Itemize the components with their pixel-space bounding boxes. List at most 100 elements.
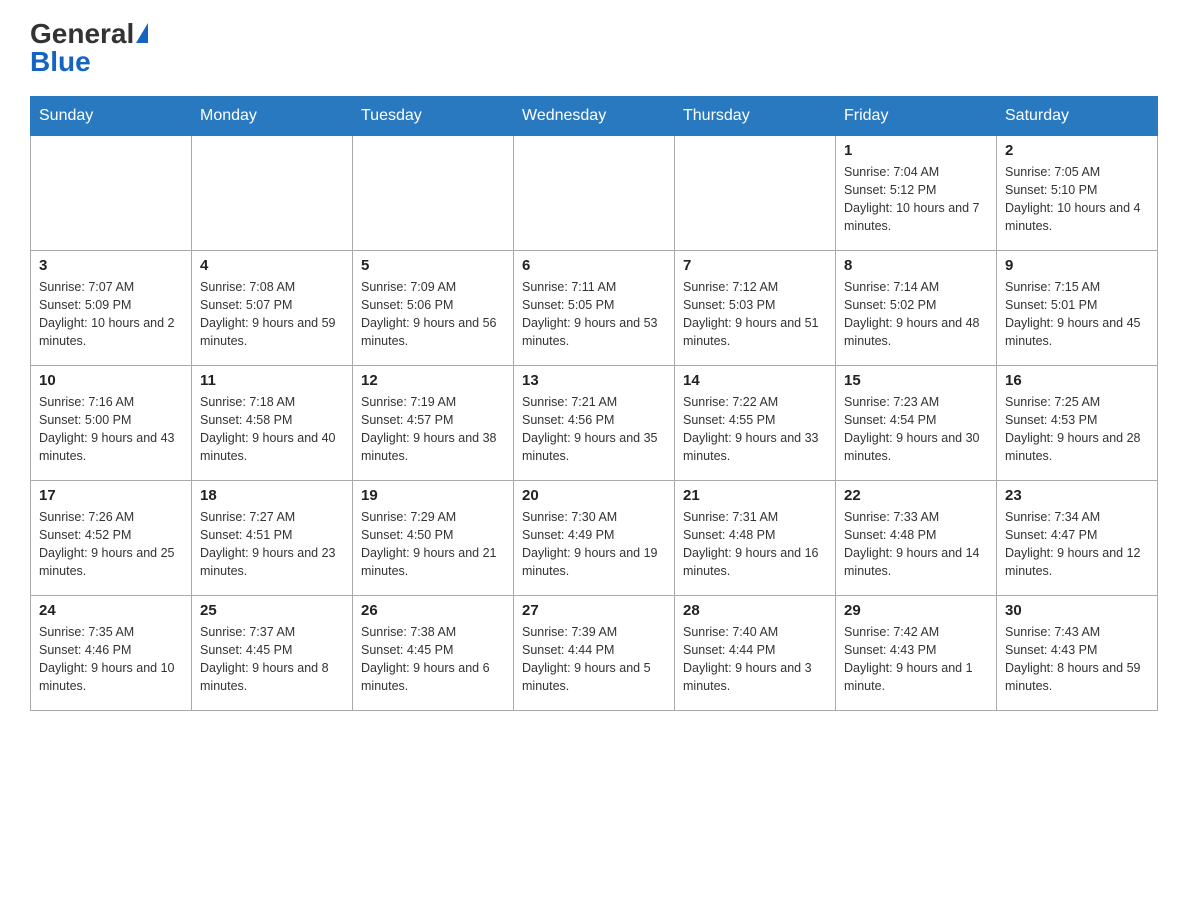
day-info: Sunrise: 7:26 AM Sunset: 4:52 PM Dayligh… — [39, 508, 183, 581]
calendar-cell: 13 Sunrise: 7:21 AM Sunset: 4:56 PM Dayli… — [514, 366, 675, 481]
day-info: Sunrise: 7:04 AM Sunset: 5:12 PM Dayligh… — [844, 163, 988, 236]
day-info: Sunrise: 7:31 AM Sunset: 4:48 PM Dayligh… — [683, 508, 827, 581]
calendar-week-4: 17 Sunrise: 7:26 AM Sunset: 4:52 PM Dayli… — [31, 481, 1158, 596]
day-number: 24 — [39, 602, 183, 619]
day-number: 30 — [1005, 602, 1149, 619]
day-info: Sunrise: 7:19 AM Sunset: 4:57 PM Dayligh… — [361, 393, 505, 466]
day-number: 7 — [683, 257, 827, 274]
day-info: Sunrise: 7:16 AM Sunset: 5:00 PM Dayligh… — [39, 393, 183, 466]
day-info: Sunrise: 7:29 AM Sunset: 4:50 PM Dayligh… — [361, 508, 505, 581]
day-info: Sunrise: 7:38 AM Sunset: 4:45 PM Dayligh… — [361, 623, 505, 696]
logo-blue-text: Blue — [30, 48, 91, 76]
day-info: Sunrise: 7:09 AM Sunset: 5:06 PM Dayligh… — [361, 278, 505, 351]
day-number: 8 — [844, 257, 988, 274]
weekday-header-thursday: Thursday — [675, 97, 836, 136]
day-info: Sunrise: 7:35 AM Sunset: 4:46 PM Dayligh… — [39, 623, 183, 696]
calendar-cell — [31, 136, 192, 251]
calendar-cell: 19 Sunrise: 7:29 AM Sunset: 4:50 PM Dayli… — [353, 481, 514, 596]
day-info: Sunrise: 7:11 AM Sunset: 5:05 PM Dayligh… — [522, 278, 666, 351]
calendar-cell: 16 Sunrise: 7:25 AM Sunset: 4:53 PM Dayli… — [997, 366, 1158, 481]
day-info: Sunrise: 7:27 AM Sunset: 4:51 PM Dayligh… — [200, 508, 344, 581]
day-number: 22 — [844, 487, 988, 504]
calendar-cell: 24 Sunrise: 7:35 AM Sunset: 4:46 PM Dayli… — [31, 596, 192, 711]
calendar-cell: 5 Sunrise: 7:09 AM Sunset: 5:06 PM Daylig… — [353, 251, 514, 366]
calendar-cell: 11Sunrise: 7:18 AM Sunset: 4:58 PM Dayli… — [192, 366, 353, 481]
day-number: 28 — [683, 602, 827, 619]
logo: General Blue — [30, 20, 148, 76]
day-number: 17 — [39, 487, 183, 504]
calendar-cell: 1 Sunrise: 7:04 AM Sunset: 5:12 PM Daylig… — [836, 136, 997, 251]
day-info: Sunrise: 7:40 AM Sunset: 4:44 PM Dayligh… — [683, 623, 827, 696]
day-number: 13 — [522, 372, 666, 389]
calendar-cell: 21 Sunrise: 7:31 AM Sunset: 4:48 PM Dayli… — [675, 481, 836, 596]
weekday-header-friday: Friday — [836, 97, 997, 136]
calendar-cell: 20 Sunrise: 7:30 AM Sunset: 4:49 PM Dayli… — [514, 481, 675, 596]
day-number: 6 — [522, 257, 666, 274]
calendar-cell: 15 Sunrise: 7:23 AM Sunset: 4:54 PM Dayli… — [836, 366, 997, 481]
weekday-header-monday: Monday — [192, 97, 353, 136]
calendar-cell: 9 Sunrise: 7:15 AM Sunset: 5:01 PM Daylig… — [997, 251, 1158, 366]
day-number: 19 — [361, 487, 505, 504]
calendar-cell: 8 Sunrise: 7:14 AM Sunset: 5:02 PM Daylig… — [836, 251, 997, 366]
calendar-cell: 26 Sunrise: 7:38 AM Sunset: 4:45 PM Dayli… — [353, 596, 514, 711]
calendar-cell: 7 Sunrise: 7:12 AM Sunset: 5:03 PM Daylig… — [675, 251, 836, 366]
day-number: 27 — [522, 602, 666, 619]
day-number: 9 — [1005, 257, 1149, 274]
calendar-cell: 10 Sunrise: 7:16 AM Sunset: 5:00 PM Dayli… — [31, 366, 192, 481]
calendar-cell: 12 Sunrise: 7:19 AM Sunset: 4:57 PM Dayli… — [353, 366, 514, 481]
day-info: Sunrise: 7:21 AM Sunset: 4:56 PM Dayligh… — [522, 393, 666, 466]
day-info: Sunrise: 7:12 AM Sunset: 5:03 PM Dayligh… — [683, 278, 827, 351]
day-info: Sunrise: 7:15 AM Sunset: 5:01 PM Dayligh… — [1005, 278, 1149, 351]
day-info: Sunrise: 7:14 AM Sunset: 5:02 PM Dayligh… — [844, 278, 988, 351]
page-header: General Blue — [30, 20, 1158, 76]
calendar-cell — [192, 136, 353, 251]
weekday-header-wednesday: Wednesday — [514, 97, 675, 136]
day-info: Sunrise: 7:34 AM Sunset: 4:47 PM Dayligh… — [1005, 508, 1149, 581]
day-number: 26 — [361, 602, 505, 619]
day-number: 21 — [683, 487, 827, 504]
day-number: 23 — [1005, 487, 1149, 504]
day-info: Sunrise: 7:30 AM Sunset: 4:49 PM Dayligh… — [522, 508, 666, 581]
day-number: 5 — [361, 257, 505, 274]
calendar-cell: 30Sunrise: 7:43 AM Sunset: 4:43 PM Dayli… — [997, 596, 1158, 711]
day-number: 16 — [1005, 372, 1149, 389]
day-info: Sunrise: 7:08 AM Sunset: 5:07 PM Dayligh… — [200, 278, 344, 351]
day-info: Sunrise: 7:25 AM Sunset: 4:53 PM Dayligh… — [1005, 393, 1149, 466]
calendar-cell: 29Sunrise: 7:42 AM Sunset: 4:43 PM Dayli… — [836, 596, 997, 711]
day-info: Sunrise: 7:23 AM Sunset: 4:54 PM Dayligh… — [844, 393, 988, 466]
calendar-cell: 6 Sunrise: 7:11 AM Sunset: 5:05 PM Daylig… — [514, 251, 675, 366]
calendar-table: SundayMondayTuesdayWednesdayThursdayFrid… — [30, 96, 1158, 711]
day-number: 1 — [844, 142, 988, 159]
day-number: 12 — [361, 372, 505, 389]
weekday-header-tuesday: Tuesday — [353, 97, 514, 136]
day-info: Sunrise: 7:22 AM Sunset: 4:55 PM Dayligh… — [683, 393, 827, 466]
calendar-week-3: 10 Sunrise: 7:16 AM Sunset: 5:00 PM Dayli… — [31, 366, 1158, 481]
day-number: 3 — [39, 257, 183, 274]
day-number: 4 — [200, 257, 344, 274]
day-number: 15 — [844, 372, 988, 389]
weekday-header-sunday: Sunday — [31, 97, 192, 136]
logo-general-text: General — [30, 20, 148, 48]
calendar-week-2: 3 Sunrise: 7:07 AM Sunset: 5:09 PM Daylig… — [31, 251, 1158, 366]
day-info: Sunrise: 7:05 AM Sunset: 5:10 PM Dayligh… — [1005, 163, 1149, 236]
calendar-cell — [514, 136, 675, 251]
day-info: Sunrise: 7:18 AM Sunset: 4:58 PM Dayligh… — [200, 393, 344, 466]
day-number: 2 — [1005, 142, 1149, 159]
calendar-cell: 28 Sunrise: 7:40 AM Sunset: 4:44 PM Dayli… — [675, 596, 836, 711]
calendar-cell — [675, 136, 836, 251]
logo-triangle-icon — [136, 23, 148, 43]
day-number: 14 — [683, 372, 827, 389]
day-info: Sunrise: 7:07 AM Sunset: 5:09 PM Dayligh… — [39, 278, 183, 351]
calendar-cell: 22Sunrise: 7:33 AM Sunset: 4:48 PM Dayli… — [836, 481, 997, 596]
calendar-cell: 4 Sunrise: 7:08 AM Sunset: 5:07 PM Daylig… — [192, 251, 353, 366]
calendar-cell: 3 Sunrise: 7:07 AM Sunset: 5:09 PM Daylig… — [31, 251, 192, 366]
calendar-cell: 17 Sunrise: 7:26 AM Sunset: 4:52 PM Dayli… — [31, 481, 192, 596]
day-number: 20 — [522, 487, 666, 504]
calendar-week-1: 1 Sunrise: 7:04 AM Sunset: 5:12 PM Daylig… — [31, 136, 1158, 251]
day-number: 25 — [200, 602, 344, 619]
calendar-cell: 14 Sunrise: 7:22 AM Sunset: 4:55 PM Dayli… — [675, 366, 836, 481]
day-number: 29 — [844, 602, 988, 619]
calendar-cell: 25 Sunrise: 7:37 AM Sunset: 4:45 PM Dayli… — [192, 596, 353, 711]
day-info: Sunrise: 7:37 AM Sunset: 4:45 PM Dayligh… — [200, 623, 344, 696]
day-number: 10 — [39, 372, 183, 389]
